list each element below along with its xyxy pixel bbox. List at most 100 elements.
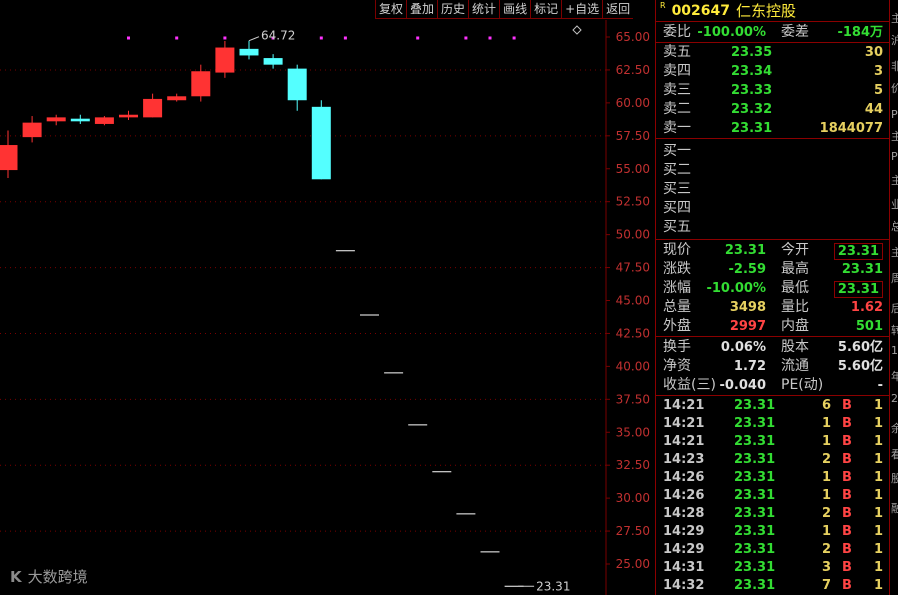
- tick-side: B: [842, 524, 852, 539]
- tick-time: 14:29: [663, 542, 705, 557]
- tick-row: 14:23 23.31 2 B 1: [656, 451, 889, 469]
- outer-volume-label: 外盘: [663, 318, 691, 334]
- pe-value: -: [877, 378, 883, 393]
- tick-row: 14:26 23.31 1 B 1: [656, 487, 889, 505]
- tick-count: 1: [873, 542, 883, 557]
- candle-body: [94, 117, 114, 124]
- toolbar-button-statistics[interactable]: 统计: [468, 0, 500, 19]
- candle-body: [287, 68, 307, 101]
- stock-header: R 002647 仁东控股: [656, 0, 889, 22]
- tick-side: B: [842, 488, 852, 503]
- tick-side: B: [842, 452, 852, 467]
- tick-time: 14:21: [663, 416, 705, 431]
- diamond-icon: [572, 25, 582, 35]
- clipped-glyph: 年: [891, 370, 898, 383]
- y-tick-label: 32.50: [616, 458, 650, 472]
- clipped-glyph: 主: [891, 12, 898, 25]
- tick-qty: 7: [821, 578, 831, 593]
- open-label: 今开: [781, 242, 809, 258]
- ask-label: 卖一: [663, 120, 691, 136]
- y-tick-label: 55.00: [616, 162, 650, 176]
- clipped-glyph: 价: [891, 82, 898, 95]
- candle-body: [311, 106, 331, 180]
- clipped-glyph: P: [891, 108, 898, 121]
- toolbar-button-mark[interactable]: 标记: [530, 0, 562, 19]
- toolbar-button-draw-line[interactable]: 画线: [499, 0, 531, 19]
- y-tick-label: 35.00: [616, 425, 650, 439]
- clipped-glyph: 周: [891, 272, 898, 285]
- stock-name: 仁东控股: [736, 2, 797, 20]
- tick-time: 14:26: [663, 488, 705, 503]
- ask-row[interactable]: 卖二 23.32 44: [656, 100, 889, 119]
- ask-row[interactable]: 卖一 23.31 1844077: [656, 119, 889, 138]
- y-tick-label: 47.50: [616, 261, 650, 275]
- bid-row[interactable]: 买四: [656, 199, 889, 218]
- total-volume-label: 总量: [663, 299, 691, 315]
- clipped-glyph: 余: [891, 422, 898, 435]
- ask-price: 23.34: [731, 64, 773, 79]
- ask-volume: 5: [873, 83, 883, 98]
- bid-label: 买四: [663, 200, 691, 216]
- toolbar-button-back[interactable]: 返回: [602, 0, 634, 19]
- tick-list[interactable]: 14:21 23.31 6 B 1 14:21 23.31 1 B 1 14:21 23.31 1 B…: [656, 396, 889, 595]
- clipped-glyph: 主: [891, 174, 898, 187]
- ask-row[interactable]: 卖四 23.34 3: [656, 62, 889, 81]
- net-assets-label: 净资: [663, 358, 691, 374]
- clipped-glyph: 沪: [891, 34, 898, 47]
- tick-qty: 3: [821, 560, 831, 575]
- tick-price: 23.31: [734, 452, 776, 467]
- tick-side: B: [842, 560, 852, 575]
- ask-row[interactable]: 卖三 23.33 5: [656, 81, 889, 100]
- float-shares-label: 流通: [781, 358, 809, 374]
- signal-marker: [464, 36, 468, 40]
- signal-marker: [488, 36, 492, 40]
- commission-diff-value: -184万: [837, 25, 883, 40]
- tick-time: 14:32: [663, 578, 705, 593]
- toolbar-button-add-watchlist[interactable]: +自选: [561, 0, 603, 19]
- candlestick-chart[interactable]: 65.00 62.50 60.00 57.50 55.00 52.50 50.00 47.50…: [0, 0, 655, 595]
- toolbar-button-restore-rights[interactable]: 复权: [375, 0, 407, 19]
- now-price-value: 23.31: [724, 243, 766, 258]
- tick-count: 1: [873, 416, 883, 431]
- change-pct-label: 涨幅: [663, 280, 691, 296]
- tick-qty: 1: [821, 488, 831, 503]
- watermark: K 大数跨境: [10, 566, 88, 587]
- quote-row: 总量 3498 量比 1.62: [656, 298, 889, 317]
- clipped-glyph: 融: [891, 502, 898, 515]
- bid-row[interactable]: 买二: [656, 161, 889, 180]
- change-pct-value: -10.00%: [706, 281, 766, 296]
- candle-body: [239, 48, 259, 56]
- signal-marker: [127, 36, 130, 40]
- tick-price: 23.31: [734, 578, 776, 593]
- tick-qty: 2: [821, 452, 831, 467]
- ask-volume: 3: [873, 64, 883, 79]
- candle-body: [46, 117, 66, 122]
- clipped-glyph: 非: [891, 60, 898, 73]
- tick-side: B: [842, 434, 852, 449]
- stock-code: 002647: [671, 2, 731, 19]
- high-value: 23.31: [841, 262, 883, 277]
- bid-row[interactable]: 买三: [656, 180, 889, 199]
- ask-price: 23.33: [731, 83, 773, 98]
- tick-side: B: [842, 578, 852, 593]
- bid-row[interactable]: 买五: [656, 218, 889, 237]
- tick-count: 1: [873, 452, 883, 467]
- outer-volume-value: 2997: [729, 319, 766, 334]
- tick-time: 14:28: [663, 506, 705, 521]
- volume-ratio-label: 量比: [781, 299, 809, 315]
- toolbar-button-overlay[interactable]: 叠加: [406, 0, 438, 19]
- ask-row[interactable]: 卖五 23.35 30: [656, 43, 889, 62]
- float-shares-value: 5.60亿: [837, 359, 883, 374]
- tick-price: 23.31: [734, 416, 776, 431]
- clipped-glyph: 主: [891, 130, 898, 143]
- tick-row: 14:28 23.31 2 B 1: [656, 505, 889, 523]
- toolbar-button-history[interactable]: 历史: [437, 0, 469, 19]
- tick-count: 1: [873, 506, 883, 521]
- bid-row[interactable]: 买一: [656, 142, 889, 161]
- commission-ratio-label: 委比: [663, 24, 691, 40]
- commission-diff-label: 委差: [781, 24, 809, 40]
- tick-qty: 1: [821, 434, 831, 449]
- y-tick-label: 50.00: [616, 228, 650, 242]
- ask-label: 卖二: [663, 101, 691, 117]
- tick-price: 23.31: [734, 434, 776, 449]
